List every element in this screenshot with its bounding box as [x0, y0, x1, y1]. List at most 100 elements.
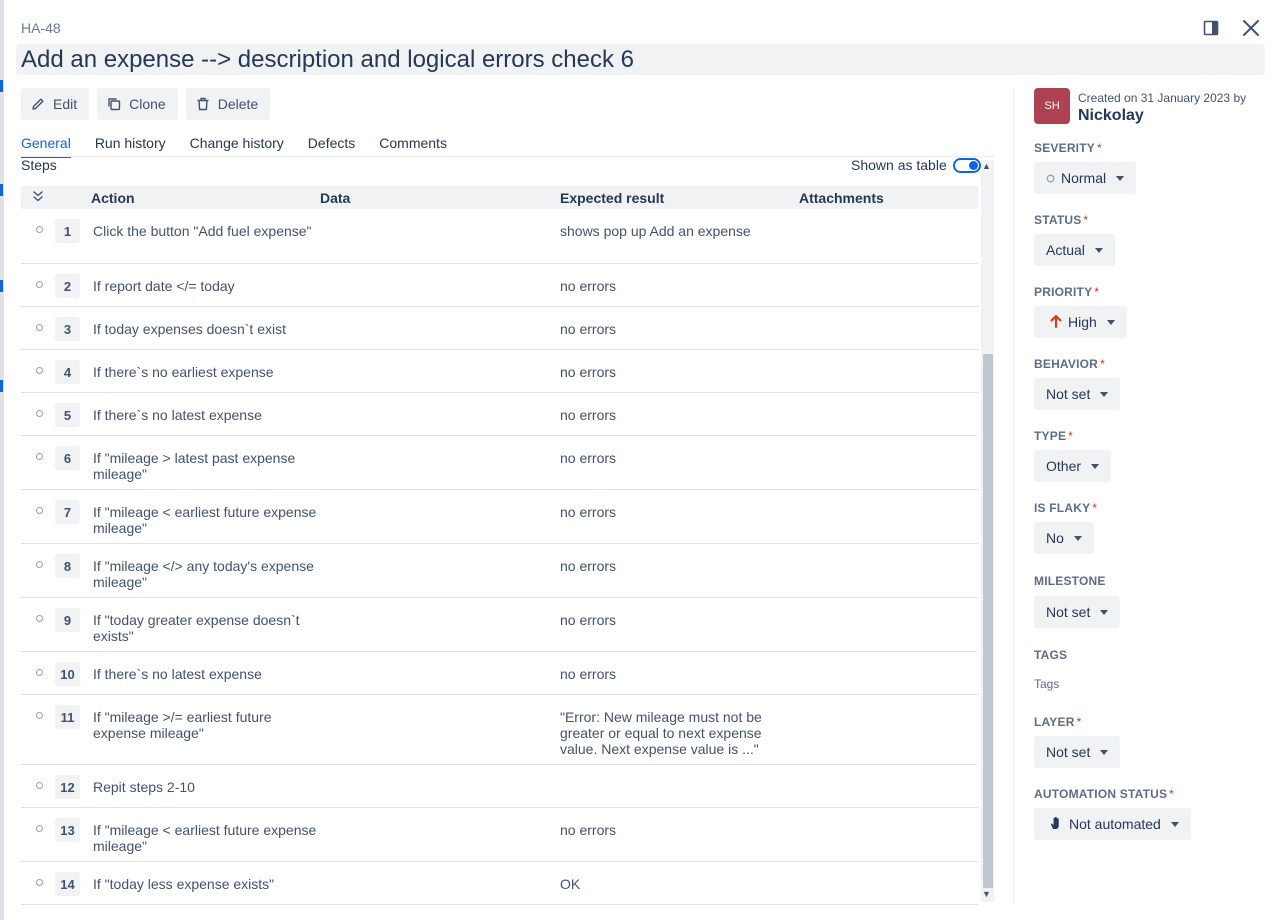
trash-icon: [196, 97, 210, 111]
header-actions: [1199, 16, 1263, 40]
step-number: 14: [55, 872, 80, 896]
table-row[interactable]: 7 If "mileage < earliest future expense …: [21, 490, 978, 544]
row-drag-handle[interactable]: [36, 712, 43, 719]
tags-label: TAGS: [1034, 648, 1068, 662]
avatar[interactable]: SH: [1034, 88, 1070, 124]
chevron-down-icon: [1116, 175, 1125, 181]
table-row[interactable]: 12 Repit steps 2-10: [21, 765, 978, 808]
step-action: If "mileage > latest past expense mileag…: [93, 450, 296, 482]
step-action: If there`s no latest expense: [93, 407, 262, 423]
double-chevron-down-icon[interactable]: [32, 189, 44, 206]
step-action: If "today greater expense doesn`t exists…: [93, 612, 300, 644]
tags-input[interactable]: Tags: [1034, 677, 1059, 691]
milestone-select[interactable]: Not set: [1034, 596, 1121, 628]
clone-label: Clone: [129, 96, 166, 112]
chevron-down-icon: [1073, 535, 1082, 541]
step-expected: no errors: [560, 612, 617, 628]
pencil-icon: [31, 97, 45, 111]
row-drag-handle[interactable]: [36, 507, 43, 514]
step-expected: no errors: [560, 321, 617, 337]
clone-button[interactable]: Clone: [97, 88, 178, 120]
tab-defects[interactable]: Defects: [308, 135, 355, 158]
action-toolbar: Edit Clone Delete: [21, 88, 271, 120]
behavior-select[interactable]: Not set: [1034, 378, 1121, 410]
created-author[interactable]: Nickolay: [1078, 106, 1246, 126]
step-expected: no errors: [560, 278, 617, 294]
step-number: 12: [55, 775, 80, 799]
chevron-down-icon: [1106, 319, 1115, 325]
is-flaky-select[interactable]: No: [1034, 522, 1094, 554]
table-row[interactable]: 2 If report date </= today no errors: [21, 264, 978, 307]
step-action: If "today less expense exists": [93, 876, 275, 892]
tab-comments[interactable]: Comments: [379, 135, 447, 158]
table-row[interactable]: 11 If "mileage >/= earliest future expen…: [21, 695, 978, 765]
row-drag-handle[interactable]: [36, 669, 43, 676]
circle-icon: [1046, 170, 1055, 186]
chevron-down-icon: [1100, 609, 1109, 615]
row-drag-handle[interactable]: [36, 281, 43, 288]
panel-divider: [1013, 88, 1014, 904]
behavior-value: Not set: [1046, 386, 1091, 402]
step-action: If "mileage < earliest future expense mi…: [93, 822, 317, 854]
row-drag-handle[interactable]: [36, 615, 43, 622]
severity-label: SEVERITY *: [1034, 141, 1102, 155]
step-action: Click the button "Add fuel expense": [93, 223, 312, 239]
table-row[interactable]: 6 If "mileage > latest past expense mile…: [21, 436, 978, 490]
chevron-down-icon: [1100, 391, 1109, 397]
layer-label: LAYER *: [1034, 715, 1082, 729]
row-drag-handle[interactable]: [36, 226, 43, 233]
sidebar-panel-icon[interactable]: [1199, 16, 1223, 40]
scroll-up-arrow-icon[interactable]: ▲: [982, 162, 991, 171]
edit-button[interactable]: Edit: [21, 88, 90, 120]
row-drag-handle[interactable]: [36, 782, 43, 789]
column-header-expected: Expected result: [560, 190, 665, 206]
row-drag-handle[interactable]: [36, 410, 43, 417]
table-row[interactable]: 13 If "mileage < earliest future expense…: [21, 808, 978, 862]
table-row[interactable]: 3 If today expenses doesn`t exist no err…: [21, 307, 978, 350]
layer-select[interactable]: Not set: [1034, 736, 1121, 768]
table-row[interactable]: 5 If there`s no latest expense no errors: [21, 393, 978, 436]
step-action: If "mileage </> any today's expense mile…: [93, 558, 314, 590]
table-row[interactable]: 1 Click the button "Add fuel expense" sh…: [21, 209, 978, 264]
page-title[interactable]: Add an expense --> description and logic…: [16, 44, 1265, 75]
step-number: 1: [55, 219, 80, 243]
tab-run-history[interactable]: Run history: [95, 135, 166, 158]
step-number: 10: [55, 662, 80, 686]
step-number: 7: [55, 500, 80, 524]
severity-value: Normal: [1061, 170, 1107, 186]
step-number: 9: [55, 608, 80, 632]
table-toggle-switch[interactable]: [952, 157, 981, 173]
milestone-label: MILESTONE: [1034, 574, 1106, 588]
status-select[interactable]: Actual: [1034, 234, 1115, 266]
step-expected: no errors: [560, 504, 617, 520]
column-header-data: Data: [320, 190, 351, 206]
scroll-down-arrow-icon[interactable]: ▼: [982, 890, 991, 899]
table-row[interactable]: 14 If "today less expense exists" OK: [21, 862, 978, 905]
table-row[interactable]: 10 If there`s no latest expense no error…: [21, 652, 978, 695]
table-row[interactable]: 8 If "mileage </> any today's expense mi…: [21, 544, 978, 598]
severity-select[interactable]: Normal: [1034, 162, 1137, 194]
tab-general[interactable]: General: [21, 135, 71, 158]
step-number: 6: [55, 446, 80, 470]
type-select[interactable]: Other: [1034, 450, 1112, 482]
steps-table-body: 1 Click the button "Add fuel expense" sh…: [21, 209, 978, 906]
row-drag-handle[interactable]: [36, 561, 43, 568]
row-drag-handle[interactable]: [36, 825, 43, 832]
table-row[interactable]: 9 If "today greater expense doesn`t exis…: [21, 598, 978, 652]
priority-select[interactable]: High: [1034, 306, 1127, 338]
automation-status-select[interactable]: Not automated: [1034, 808, 1191, 840]
close-icon[interactable]: [1239, 16, 1263, 40]
table-row[interactable]: 4 If there`s no earliest expense no erro…: [21, 350, 978, 393]
row-drag-handle[interactable]: [36, 453, 43, 460]
delete-button[interactable]: Delete: [185, 88, 271, 120]
edit-label: Edit: [53, 96, 78, 112]
row-drag-handle[interactable]: [36, 367, 43, 374]
row-drag-handle[interactable]: [36, 324, 43, 331]
row-drag-handle[interactable]: [36, 879, 43, 886]
chevron-down-icon: [1091, 463, 1100, 469]
status-value: Actual: [1046, 242, 1085, 258]
priority-value: High: [1068, 314, 1097, 330]
tab-change-history[interactable]: Change history: [190, 135, 284, 158]
scrollbar-thumb[interactable]: [983, 354, 993, 888]
step-number: 3: [55, 317, 80, 341]
